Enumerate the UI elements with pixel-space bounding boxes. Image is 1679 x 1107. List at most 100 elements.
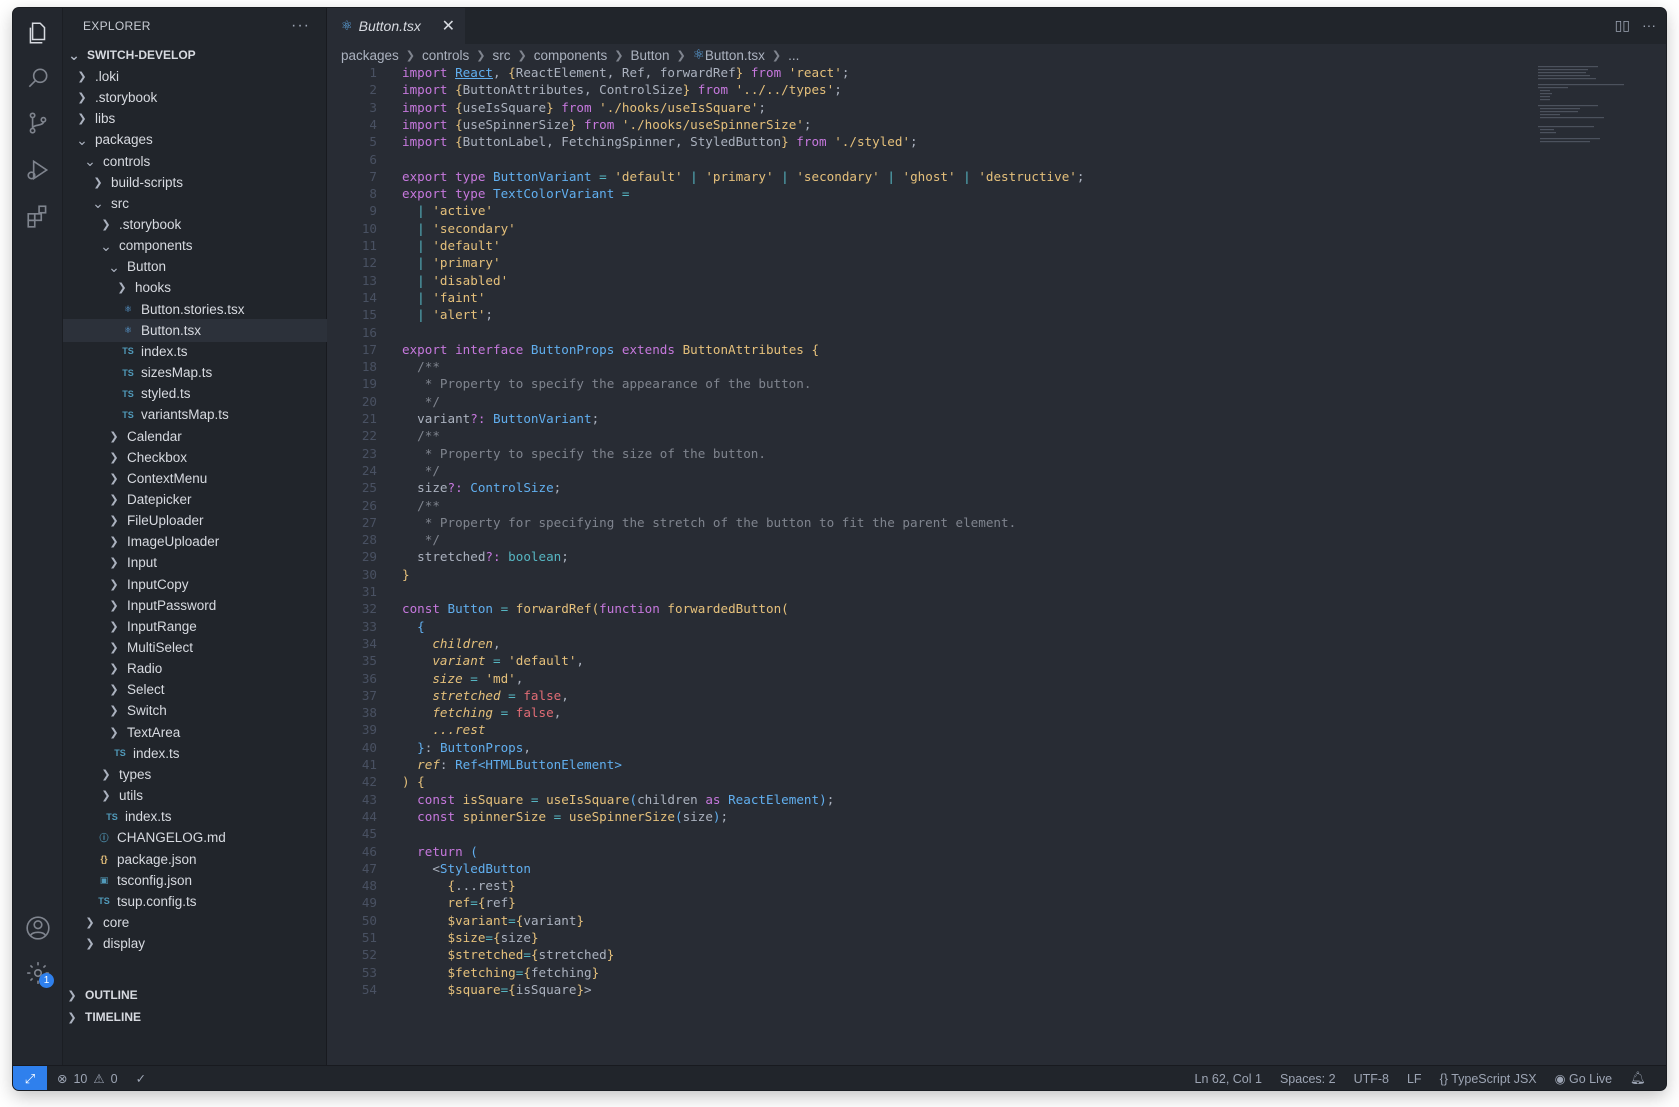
tree-folder[interactable]: ❯ MultiSelect [63,636,327,659]
code-token: 'alert' [432,307,486,323]
code-token: false [515,705,554,721]
go-live-button[interactable]: ◉ Go Live [1555,1071,1612,1086]
code-token: { [493,930,501,945]
tree-folder[interactable]: ❯ build-scripts [63,171,327,194]
explorer-title: EXPLORER [83,19,151,33]
tree-folder[interactable]: ❯ Select [63,679,327,702]
source-control-icon[interactable] [23,108,53,138]
tree-folder[interactable]: ❯ Input [63,552,327,575]
tree-folder[interactable]: ❯ InputCopy [63,573,327,596]
tree-file[interactable]: ⓘ CHANGELOG.md [63,827,327,850]
tree-file[interactable]: TS variantsMap.ts [63,404,327,427]
tree-folder[interactable]: ❯ .storybook [63,86,327,109]
account-icon[interactable] [23,913,53,943]
typescript-file-icon: TS [122,367,134,378]
line-number: 33 [361,618,377,634]
tree-folder[interactable]: ⌄ src [63,192,327,215]
minimap[interactable] [1536,64,1626,154]
code-token: variant [523,912,577,928]
tree-folder[interactable]: ❯ TextArea [63,721,327,744]
tree-folder[interactable]: ❯ utils [63,784,327,807]
tree-folder[interactable]: ❯ Datepicker [63,488,327,511]
code-token: './hooks/useSpinnerSize' [621,116,804,132]
tree-folder[interactable]: ⌄ Button [63,256,327,279]
tree-file[interactable]: TS index.ts [63,340,327,363]
tree-folder[interactable]: ❯ .storybook [63,213,327,236]
tree-folder[interactable]: ❯ Checkbox [63,446,327,469]
breadcrumb-item[interactable]: Button [631,48,670,63]
breadcrumb-item[interactable]: components [534,48,608,63]
language-mode[interactable]: {} TypeScript JSX [1440,1072,1537,1086]
tree-folder[interactable]: ❯ Radio [63,657,327,680]
search-icon[interactable] [23,63,53,93]
timeline-section[interactable]: ❯ TIMELINE [63,1006,327,1029]
tree-folder[interactable]: ⌄ controls [63,150,327,173]
tree-file[interactable]: TS index.ts [63,742,327,765]
line-number: 45 [361,826,377,842]
line-number: 19 [361,376,377,392]
tree-folder[interactable]: ❯ ImageUploader [63,530,327,553]
code-token: ; [561,549,569,565]
tree-folder[interactable]: ❯ Switch [63,700,327,723]
code-token: useSpinnerSize [462,116,569,132]
outline-section[interactable]: ❯ OUTLINE [63,984,327,1007]
react-file-icon: ⚛ [692,47,705,62]
tree-folder[interactable]: ❯ libs [63,107,327,130]
tree-file[interactable]: ⚛ Button.tsx [63,318,327,342]
tree-file[interactable]: TS tsup.config.ts [63,890,327,913]
extensions-icon[interactable] [23,201,53,231]
tree-folder[interactable]: ❯ .loki [63,65,327,88]
bell-icon[interactable]: 🔔︎ [1630,1071,1646,1086]
chevron-right-icon: ❯ [614,49,624,62]
tree-file[interactable]: TS styled.ts [63,382,327,405]
tree-folder[interactable]: ❯ InputRange [63,615,327,638]
tree-file[interactable]: ▣ tsconfig.json [63,869,327,892]
tree-folder[interactable]: ❯ types [63,763,327,786]
tree-folder[interactable]: ❯ FileUploader [63,509,327,532]
encoding[interactable]: UTF-8 [1354,1072,1389,1086]
end-of-line[interactable]: LF [1407,1072,1422,1086]
chevron-right-icon: ❯ [109,557,119,570]
code-token: | [417,307,433,323]
tree-folder[interactable]: ❯ hooks [63,277,327,300]
chevron-right-icon: ❯ [109,599,119,612]
tree-file[interactable]: {} package.json [63,848,327,871]
code-line: 1 import React, {ReactElement, Ref, forwa… [327,64,849,83]
code-line: 6 [327,151,402,170]
close-icon[interactable]: ✕ [442,16,455,36]
breadcrumb-item[interactable]: packages [341,48,399,63]
breadcrumb-item[interactable]: src [493,48,511,63]
tree-folder[interactable]: ❯ InputPassword [63,594,327,617]
tree-folder[interactable]: ⌄ components [63,234,327,257]
more-actions-icon[interactable]: ··· [291,17,310,35]
tree-folder[interactable]: ❯ Calendar [63,425,327,448]
line-number: 7 [369,168,377,184]
run-debug-icon[interactable] [23,155,53,185]
breadcrumb-item[interactable]: Button.tsx [705,48,765,63]
code-token: } [417,739,425,755]
cursor-position[interactable]: Ln 62, Col 1 [1195,1072,1262,1086]
tree-folder[interactable]: ❯ display [63,932,327,955]
more-actions-icon[interactable]: ··· [1642,17,1656,34]
tree-file[interactable]: TS sizesMap.ts [63,361,327,384]
tree-folder[interactable]: ⌄ SWITCH-DEVELOP [63,44,327,67]
tree-file[interactable]: TS index.ts [63,805,327,828]
tab-button-tsx[interactable]: ⚛ Button.tsx ✕ [327,8,465,44]
status-problems[interactable]: ⊗ 10 ⚠ 0 ✓ [57,1066,146,1090]
json-file-icon: {} [100,854,108,865]
explorer-icon[interactable] [23,18,53,48]
line-number: 41 [361,757,377,772]
split-editor-icon[interactable]: ▯▯ [1615,17,1630,34]
tree-folder[interactable]: ❯ core [63,911,327,934]
breadcrumb-item[interactable]: controls [422,48,469,63]
remote-indicator-icon[interactable]: ⤢ [13,1066,47,1090]
code-token: children [432,635,494,651]
indentation[interactable]: Spaces: 2 [1280,1072,1336,1086]
status-bar: ⤢ ⊗ 10 ⚠ 0 ✓ Ln 62, Col 1 Spaces: 2 UTF-… [13,1065,1666,1090]
tree-folder[interactable]: ⌄ packages [63,129,327,152]
tree-item-label: Select [127,682,165,698]
tree-folder[interactable]: ❯ ContextMenu [63,467,327,490]
tree-file[interactable]: ⚛ Button.stories.tsx [63,298,327,321]
breadcrumb-item[interactable]: ... [788,48,799,63]
